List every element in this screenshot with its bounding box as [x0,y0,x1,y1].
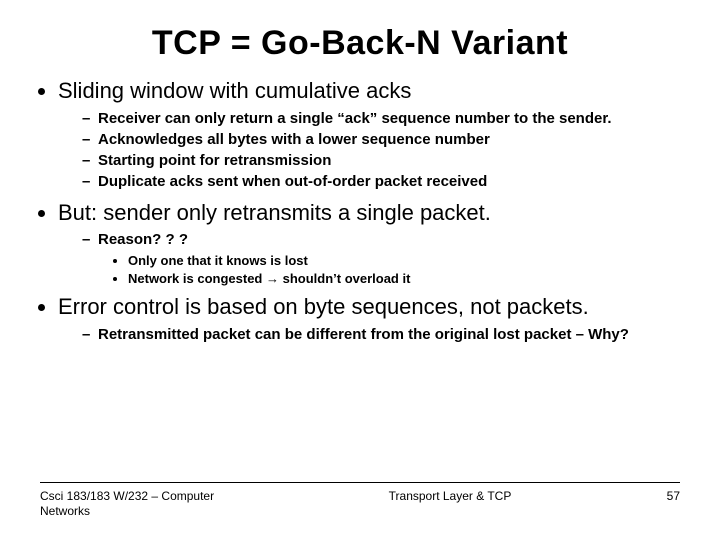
bullet-3: Error control is based on byte sequences… [58,293,680,345]
footer-right: 57 [640,489,680,503]
footer-center: Transport Layer & TCP [260,489,640,503]
bullet-2-sub-1: Reason? ? ? Only one that it knows is lo… [82,230,680,287]
bullet-list: Sliding window with cumulative acks Rece… [58,77,680,345]
bullet-1-sublist: Receiver can only return a single “ack” … [82,109,680,193]
bullet-1-text: Sliding window with cumulative acks [58,78,411,103]
bullet-2-sub-1-r2: Network is congested → shouldn’t overloa… [128,270,680,288]
bullet-1-sub-1: Receiver can only return a single “ack” … [82,109,680,129]
bullet-3-text: Error control is based on byte sequences… [58,294,589,319]
bullet-2-sub-1-text: Reason? ? ? [98,231,188,248]
bullet-2: But: sender only retransmits a single pa… [58,199,680,288]
bullet-1: Sliding window with cumulative acks Rece… [58,77,680,193]
bullet-3-sub-1: Retransmitted packet can be different fr… [82,325,680,345]
bullet-1-sub-2: Acknowledges all bytes with a lower sequ… [82,130,680,150]
bullet-3-sublist: Retransmitted packet can be different fr… [82,325,680,345]
footer-left: Csci 183/183 W/232 – Computer Networks [40,489,260,520]
bullet-1-sub-4: Duplicate acks sent when out-of-order pa… [82,172,680,192]
bullet-2-sub-1-sublist: Only one that it knows is lost Network i… [128,252,680,287]
footer-divider [40,482,680,483]
footer-row: Csci 183/183 W/232 – Computer Networks T… [40,489,680,520]
bullet-2-sub-1-r1: Only one that it knows is lost [128,252,680,270]
bullet-1-sub-3: Starting point for retransmission [82,151,680,171]
slide: TCP = Go-Back-N Variant Sliding window w… [0,0,720,540]
bullet-2-sublist: Reason? ? ? Only one that it knows is lo… [82,230,680,287]
bullet-2-text: But: sender only retransmits a single pa… [58,200,491,225]
slide-title: TCP = Go-Back-N Variant [40,24,680,63]
slide-footer: Csci 183/183 W/232 – Computer Networks T… [40,482,680,520]
